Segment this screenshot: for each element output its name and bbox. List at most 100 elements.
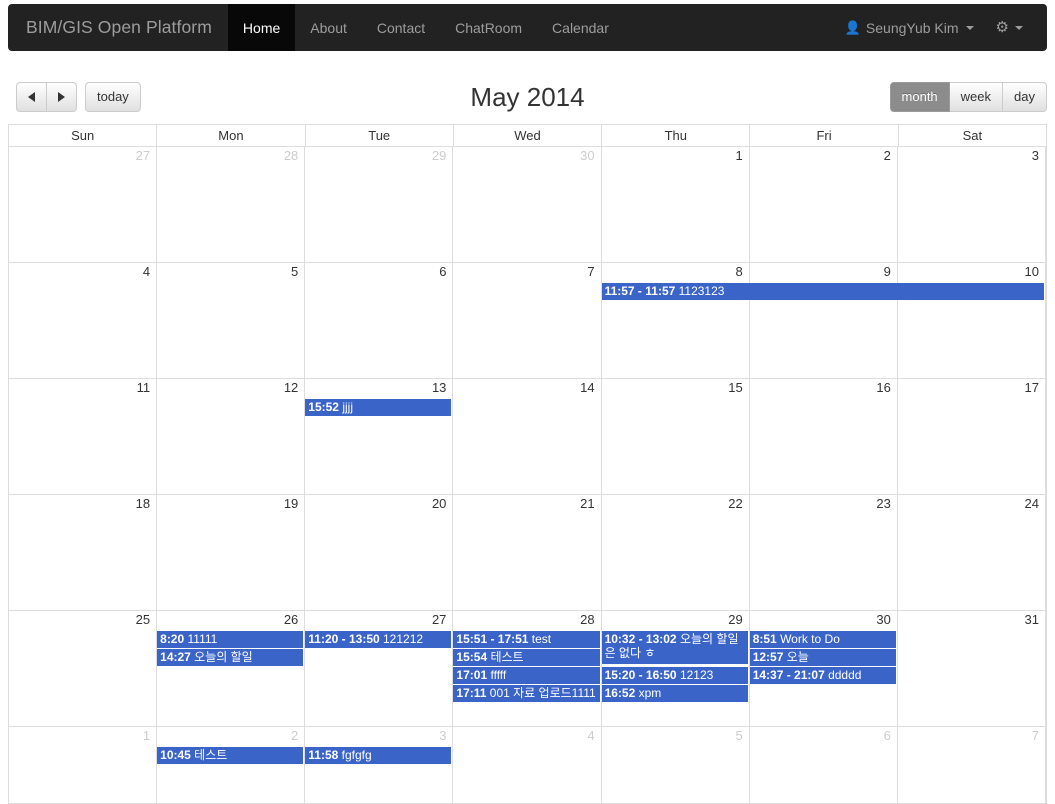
calendar-event[interactable]: 17:11 001 자료 업로드1111 xyxy=(453,685,600,702)
day-cell-21[interactable]: 21 xyxy=(453,495,602,610)
weekday-header-sat: Sat xyxy=(898,125,1046,147)
day-number: 5 xyxy=(735,728,743,743)
calendar-event[interactable]: 14:37 - 21:07 ddddd xyxy=(749,667,896,684)
day-cell-4[interactable]: 4 xyxy=(9,263,158,378)
event-title: 11111 xyxy=(184,632,218,646)
event-title: jjjj xyxy=(338,400,353,414)
day-cell-8[interactable]: 8 xyxy=(602,263,750,378)
event-time: 15:54 xyxy=(456,650,488,664)
calendar-event[interactable]: 15:54 테스트 xyxy=(453,649,600,666)
brand-logo[interactable]: BIM/GIS Open Platform xyxy=(8,4,228,51)
day-number: 14 xyxy=(580,380,595,395)
day-cell-30[interactable]: 30 xyxy=(453,147,602,262)
calendar-event[interactable]: 15:20 - 16:50 12123 xyxy=(601,667,748,684)
event-time: 17:11 xyxy=(456,686,487,700)
nav-item-contact[interactable]: Contact xyxy=(362,4,440,51)
day-cell-27[interactable]: 27 xyxy=(305,611,454,726)
chevron-down-icon xyxy=(965,25,974,30)
nav-item-home[interactable]: Home xyxy=(227,4,296,51)
day-number: 24 xyxy=(1024,496,1039,511)
day-number: 9 xyxy=(883,264,891,279)
day-number: 2 xyxy=(291,728,299,743)
day-number: 7 xyxy=(1031,728,1039,743)
weekday-header-thu: Thu xyxy=(602,125,751,147)
navbar-right: 👤 SeungYub Kim ⚙ xyxy=(834,4,1047,51)
day-number: 13 xyxy=(431,380,447,395)
user-menu[interactable]: 👤 SeungYub Kim xyxy=(834,20,985,36)
view-week-button[interactable]: week xyxy=(949,82,1004,112)
day-number: 23 xyxy=(876,496,891,511)
user-icon: 👤 xyxy=(844,20,861,35)
calendar-event[interactable]: 8:20 11111 xyxy=(157,631,304,648)
event-title: 1123123 xyxy=(675,284,725,298)
calendar-event[interactable]: 15:52 jjjj xyxy=(305,399,452,416)
day-cell-9[interactable]: 9 xyxy=(750,263,898,378)
weekday-header-row: Sun Mon Tue Wed Thu Fri Sat xyxy=(9,125,1046,147)
day-cell-17[interactable]: 17 xyxy=(898,379,1046,494)
day-cell-5[interactable]: 5 xyxy=(157,263,306,378)
calendar-event[interactable]: 8:51 Work to Do xyxy=(749,631,896,648)
day-cell-18[interactable]: 18 xyxy=(9,495,158,610)
day-cell-25[interactable]: 25 xyxy=(9,611,158,726)
day-cell-7[interactable]: 7 xyxy=(453,263,602,378)
day-number: 29 xyxy=(431,148,447,163)
day-number: 5 xyxy=(291,264,299,279)
calendar-event[interactable]: 11:57 - 11:57 1123123 xyxy=(601,283,1044,300)
day-cell-27[interactable]: 27 xyxy=(9,147,158,262)
view-day-button[interactable]: day xyxy=(1003,82,1047,112)
calendar-event[interactable]: 11:20 - 13:50 121212 xyxy=(305,631,452,648)
day-cell-28[interactable]: 28 xyxy=(157,147,306,262)
day-cell-15[interactable]: 15 xyxy=(602,379,750,494)
calendar-event[interactable]: 10:32 - 13:02 오늘의 할일은 없다 ㅎ xyxy=(601,631,748,664)
calendar-event[interactable]: 12:57 오늘 xyxy=(749,649,896,666)
day-cell-29[interactable]: 29 xyxy=(305,147,454,262)
event-time: 16:52 xyxy=(604,686,636,700)
day-cell-23[interactable]: 23 xyxy=(750,495,898,610)
day-number: 28 xyxy=(283,148,299,163)
day-cell-10[interactable]: 10 xyxy=(898,263,1046,378)
event-time: 8:20 xyxy=(160,632,185,646)
day-number: 25 xyxy=(135,612,151,627)
day-cell-26[interactable]: 26 xyxy=(157,611,306,726)
day-cell-3[interactable]: 3 xyxy=(898,147,1046,262)
nav-item-chatroom[interactable]: ChatRoom xyxy=(440,4,537,51)
day-number: 26 xyxy=(283,612,299,627)
view-month-button[interactable]: month xyxy=(889,82,950,112)
nav-item-calendar[interactable]: Calendar xyxy=(537,4,624,51)
day-cell-12[interactable]: 12 xyxy=(157,379,306,494)
day-cell-31[interactable]: 31 xyxy=(898,611,1046,726)
day-number: 4 xyxy=(587,728,595,743)
day-number: 4 xyxy=(142,264,151,279)
weekday-header-fri: Fri xyxy=(750,125,899,147)
nav-item-about[interactable]: About xyxy=(295,4,362,51)
day-cell-2[interactable]: 2 xyxy=(750,147,898,262)
day-cell-13[interactable]: 13 xyxy=(305,379,454,494)
calendar-event[interactable]: 10:45 테스트 xyxy=(157,747,304,764)
day-cell-14[interactable]: 14 xyxy=(453,379,602,494)
calendar-event[interactable]: 15:51 - 17:51 test xyxy=(453,631,600,648)
event-title: xpm xyxy=(635,686,662,700)
day-cell-6[interactable]: 6 xyxy=(305,263,454,378)
day-number: 12 xyxy=(283,380,299,395)
day-cell-24[interactable]: 24 xyxy=(898,495,1046,610)
calendar-event[interactable]: 14:27 오늘의 할일 xyxy=(157,649,304,666)
event-title: 오늘 xyxy=(783,650,809,664)
day-cell-22[interactable]: 22 xyxy=(602,495,750,610)
day-cell-11[interactable]: 11 xyxy=(9,379,158,494)
toolbar-right: month week day xyxy=(889,82,1047,112)
day-cell-19[interactable]: 19 xyxy=(157,495,306,610)
day-cell-20[interactable]: 20 xyxy=(305,495,454,610)
event-title: 001 자료 업로드1111 xyxy=(486,686,596,700)
view-switcher: month week day xyxy=(889,82,1047,112)
day-cell-1[interactable]: 1 xyxy=(602,147,750,262)
calendar-week-row: 4 5 6 7 8 9 10 11:57 - 11:57 1123123 xyxy=(9,263,1046,379)
calendar-event[interactable]: 11:58 fgfgfg xyxy=(305,747,452,764)
calendar-event[interactable]: 17:01 fffff xyxy=(453,667,600,684)
event-time: 15:52 xyxy=(308,400,339,414)
day-number: 15 xyxy=(728,380,743,395)
settings-menu[interactable]: ⚙ xyxy=(985,20,1031,35)
calendar-event[interactable]: 16:52 xpm xyxy=(601,685,748,702)
calendar-body: 27 28 29 30 1 2 3 4 5 6 7 8 9 10 11:57 - 11:57 1123123… xyxy=(9,147,1046,803)
day-cell-16[interactable]: 16 xyxy=(750,379,898,494)
weekday-header-tue: Tue xyxy=(305,125,454,147)
